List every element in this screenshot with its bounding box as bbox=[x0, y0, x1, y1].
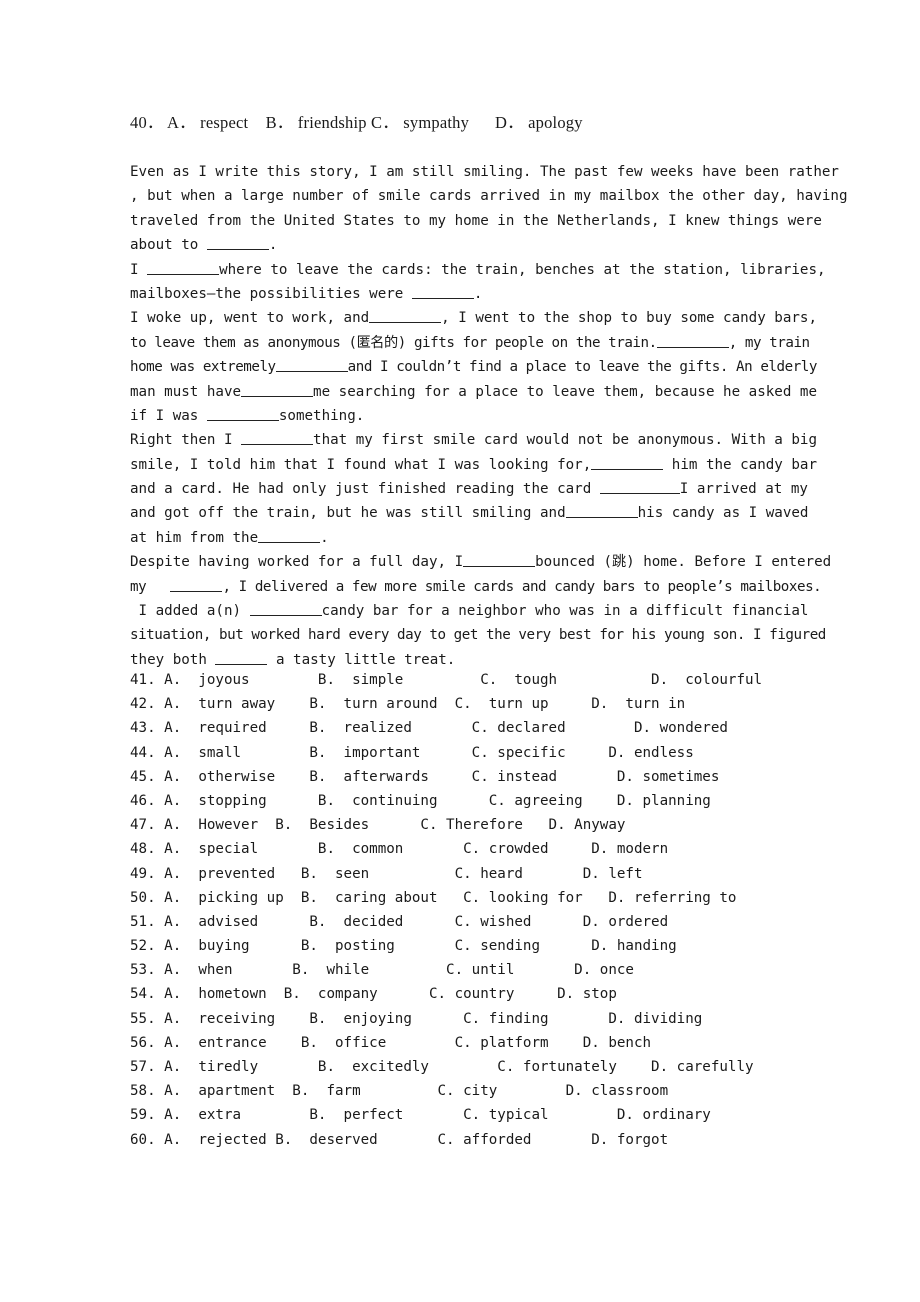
passage-line: Despite having worked for a full day, I b… bbox=[130, 550, 831, 574]
options-list: 41. A. joyous B. simple C. tough D. colo… bbox=[130, 668, 830, 1152]
passage-text: mailboxes—the possibilities were bbox=[130, 285, 412, 302]
answer-blank-51[interactable] bbox=[241, 431, 314, 446]
option-row-43[interactable]: 43. A. required B. realized C. declared … bbox=[130, 716, 830, 740]
option-row-52[interactable]: 52. A. buying B. posting C. sending D. h… bbox=[130, 934, 830, 958]
answer-blank-55[interactable] bbox=[565, 504, 638, 519]
passage-line: if I was something. bbox=[130, 404, 795, 428]
passage-line: man must have me searching for a place to… bbox=[130, 380, 817, 404]
passage-line: Right then I that my first smile card wo… bbox=[130, 428, 817, 452]
passage-text: to leave them as anonymous (匿名的) gifts f… bbox=[130, 334, 657, 351]
passage-line: I where to leave the cards: the train, b… bbox=[130, 258, 826, 282]
answer-blank-56[interactable] bbox=[258, 529, 321, 543]
passage-text: , but when a large number of smile cards… bbox=[130, 188, 848, 205]
passage-text: I added a(n) bbox=[138, 603, 250, 620]
option-row-57[interactable]: 57. A. tiredly B. excitedly C. fortunate… bbox=[130, 1055, 830, 1079]
passage-text: , my train bbox=[728, 334, 810, 351]
answer-blank-48[interactable] bbox=[275, 358, 348, 373]
document-page: 40． A． respect B． friendship C． sympathy… bbox=[0, 0, 920, 1302]
passage-text: and a card. He had only just finished re… bbox=[130, 481, 600, 498]
option-row-46[interactable]: 46. A. stopping B. continuing C. agreein… bbox=[130, 789, 830, 813]
passage-line: and a card. He had only just finished re… bbox=[130, 477, 808, 501]
answer-blank-47[interactable] bbox=[656, 334, 729, 348]
option-row-58[interactable]: 58. A. apartment B. farm C. city D. clas… bbox=[130, 1079, 830, 1103]
option-row-44[interactable]: 44. A. small B. important C. specific D.… bbox=[130, 741, 830, 765]
passage-line: home was extremely and I couldn’t find a … bbox=[130, 355, 817, 379]
option-row-59[interactable]: 59. A. extra B. perfect C. typical D. or… bbox=[130, 1103, 830, 1127]
passage-text: and I couldn’t find a place to leave the… bbox=[347, 359, 818, 376]
answer-blank-60[interactable] bbox=[215, 651, 268, 665]
question-40-line: 40． A． respect B． friendship C． sympathy… bbox=[130, 113, 583, 132]
passage-text: if I was bbox=[130, 407, 207, 424]
answer-blank-58[interactable] bbox=[170, 578, 223, 592]
answer-blank-49[interactable] bbox=[241, 382, 314, 397]
answer-blank-45[interactable] bbox=[369, 309, 442, 324]
passage-line: to leave them as anonymous (匿名的) gifts f… bbox=[130, 331, 810, 355]
passage-text: where to leave the cards: the train, ben… bbox=[219, 261, 826, 278]
option-row-41[interactable]: 41. A. joyous B. simple C. tough D. colo… bbox=[130, 668, 830, 692]
cloze-passage: Even as I write this story, I am still s… bbox=[130, 160, 848, 672]
passage-text: about to bbox=[130, 237, 207, 254]
option-row-55[interactable]: 55. A. receiving B. enjoying C. finding … bbox=[130, 1007, 830, 1031]
passage-text: they both bbox=[130, 651, 216, 668]
answer-blank-44[interactable] bbox=[411, 285, 474, 299]
passage-line: I added a(n) candy bar for a neighbor wh… bbox=[130, 599, 809, 623]
passage-text: that my first smile card would not be an… bbox=[313, 432, 818, 449]
passage-text: I bbox=[130, 261, 148, 278]
option-row-50[interactable]: 50. A. picking up B. caring about C. loo… bbox=[130, 886, 830, 910]
passage-line: my , I delivered a few more smile cards … bbox=[130, 575, 822, 599]
passage-text: his candy as I waved bbox=[637, 505, 809, 522]
passage-line: I woke up, went to work, and , I went to … bbox=[130, 306, 817, 330]
option-row-49[interactable]: 49. A. prevented B. seen C. heard D. lef… bbox=[130, 862, 830, 886]
option-row-42[interactable]: 42. A. turn away B. turn around C. turn … bbox=[130, 692, 830, 716]
passage-text: home was extremely bbox=[130, 359, 276, 376]
option-row-47[interactable]: 47. A. However B. Besides C. Therefore D… bbox=[130, 813, 830, 837]
passage-text: , I went to the shop to buy some candy b… bbox=[441, 310, 818, 327]
answer-blank-57[interactable] bbox=[463, 553, 536, 568]
passage-text: a tasty little treat. bbox=[267, 651, 456, 668]
passage-text: I arrived at my bbox=[679, 481, 808, 498]
answer-blank-52[interactable] bbox=[591, 456, 664, 470]
passage-text: Even as I write this story, I am still s… bbox=[130, 164, 839, 180]
passage-text: man must have bbox=[130, 383, 242, 400]
answer-blank-41[interactable] bbox=[206, 236, 269, 251]
option-row-45[interactable]: 45. A. otherwise B. afterwards C. instea… bbox=[130, 765, 830, 789]
passage-line: smile, I told him that I found what I wa… bbox=[130, 453, 817, 477]
passage-text: bounced (跳) home. Before I entered bbox=[535, 554, 832, 571]
answer-blank-43[interactable] bbox=[147, 261, 220, 275]
passage-line: , but when a large number of smile cards… bbox=[130, 184, 848, 208]
passage-line: traveled from the United States to my ho… bbox=[130, 209, 822, 233]
passage-line: at him from the. bbox=[130, 526, 795, 550]
passage-text: I woke up, went to work, and bbox=[130, 310, 370, 327]
passage-text: situation, but worked hard every day to … bbox=[130, 627, 826, 644]
passage-text: and got off the train, but he was still … bbox=[130, 505, 566, 522]
passage-text: Right then I bbox=[130, 432, 242, 449]
passage-text: him the candy bar bbox=[663, 456, 817, 473]
passage-text: at him from the bbox=[130, 529, 259, 546]
option-row-56[interactable]: 56. A. entrance B. office C. platform D.… bbox=[130, 1031, 830, 1055]
option-row-60[interactable]: 60. A. rejected B. deserved C. afforded … bbox=[130, 1128, 830, 1152]
passage-text: smile, I told him that I found what I wa… bbox=[130, 456, 592, 473]
passage-text: me searching for a place to leave them, … bbox=[313, 383, 818, 400]
passage-line: situation, but worked hard every day to … bbox=[130, 623, 826, 647]
passage-line: and got off the train, but he was still … bbox=[130, 501, 808, 525]
answer-blank-50[interactable] bbox=[206, 407, 279, 421]
option-row-48[interactable]: 48. A. special B. common C. crowded D. m… bbox=[130, 837, 830, 861]
option-row-54[interactable]: 54. A. hometown B. company C. country D.… bbox=[130, 982, 830, 1006]
passage-text: Despite having worked for a full day, I bbox=[130, 554, 464, 571]
passage-line: about to . bbox=[130, 236, 278, 254]
passage-text: , I delivered a few more smile cards and… bbox=[222, 578, 822, 595]
passage-text: candy bar for a neighbor who was in a di… bbox=[321, 603, 809, 620]
passage-text: traveled from the United States to my ho… bbox=[130, 212, 822, 229]
passage-text: something. bbox=[278, 407, 365, 424]
passage-text: . bbox=[320, 529, 329, 546]
answer-blank-53[interactable] bbox=[599, 480, 680, 495]
passage-line: Even as I write this story, I am still s… bbox=[130, 160, 839, 184]
passage-line: mailboxes—the possibilities were . bbox=[130, 285, 483, 302]
passage-text: my bbox=[130, 578, 147, 595]
answer-blank-59[interactable] bbox=[249, 602, 322, 617]
option-row-51[interactable]: 51. A. advised B. decided C. wished D. o… bbox=[130, 910, 830, 934]
option-row-53[interactable]: 53. A. when B. while C. until D. once bbox=[130, 958, 830, 982]
